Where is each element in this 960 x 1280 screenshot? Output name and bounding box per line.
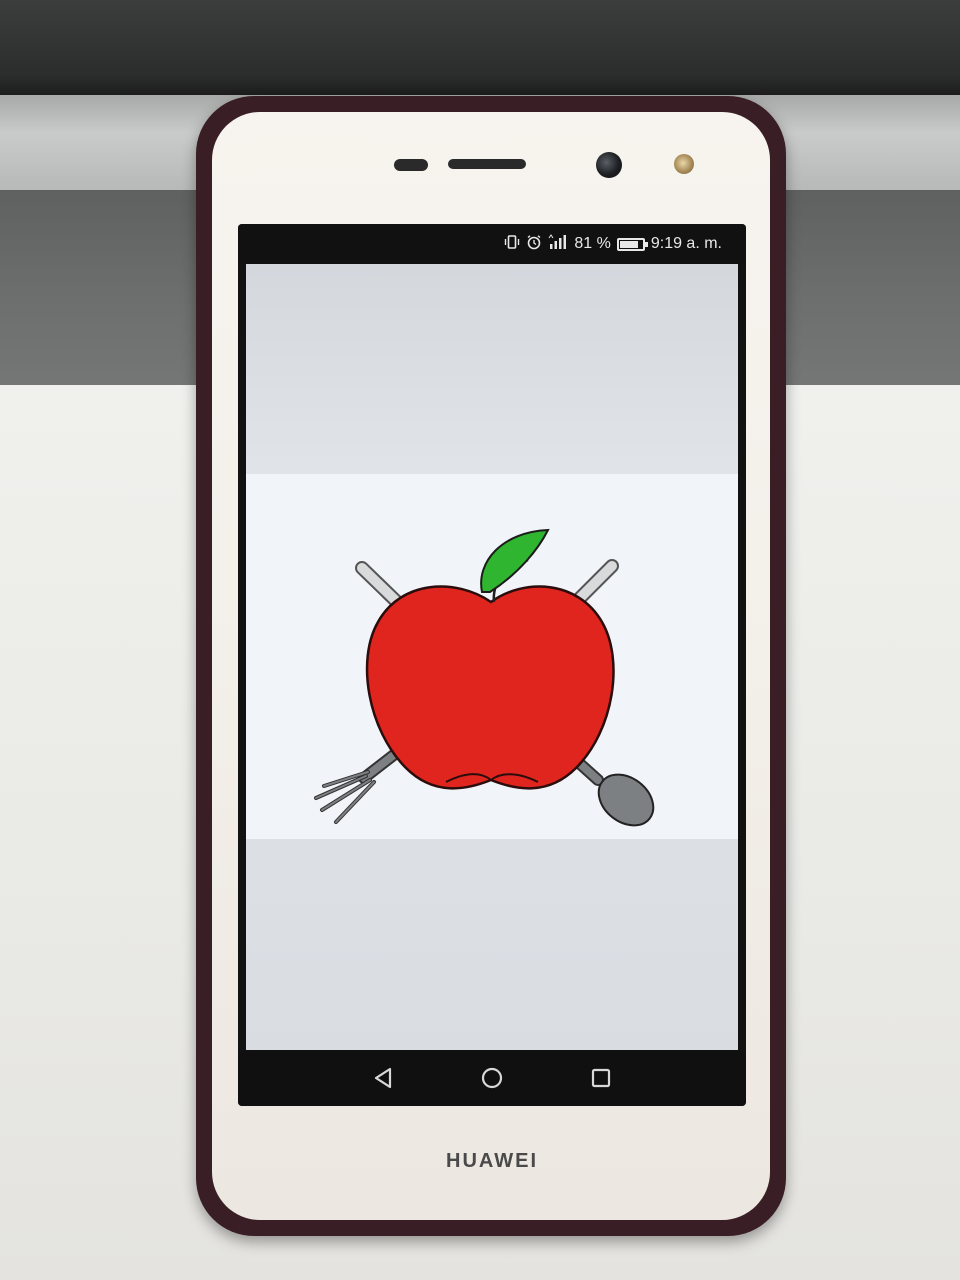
battery-icon (616, 237, 648, 251)
apple-body (365, 585, 615, 790)
brand-logo: HUAWEI (446, 1150, 538, 1172)
alarm-icon (526, 234, 542, 254)
phone-screen: 81 % 9:19 a. m. (238, 224, 746, 1106)
signal-icon (548, 234, 568, 254)
battery-percent: 81 % (574, 235, 611, 252)
front-camera (596, 152, 622, 178)
apple-with-fork-and-spoon-logo (314, 528, 655, 827)
navigation-bar (238, 1050, 746, 1106)
status-bar: 81 % 9:19 a. m. (238, 224, 746, 264)
battery-level (619, 240, 638, 248)
front-flash (674, 154, 694, 174)
proximity-sensor (394, 159, 428, 171)
recents-icon[interactable] (587, 1064, 615, 1092)
earpiece-speaker (448, 159, 526, 169)
photo-scene: 81 % 9:19 a. m. HUAWEI (0, 0, 960, 1280)
background-dark-surface (0, 0, 960, 95)
home-icon[interactable] (478, 1064, 506, 1092)
app-splash-screen (246, 264, 738, 1050)
clock: 9:19 a. m. (650, 235, 722, 252)
vibrate-icon (504, 234, 520, 254)
back-icon[interactable] (369, 1064, 397, 1092)
